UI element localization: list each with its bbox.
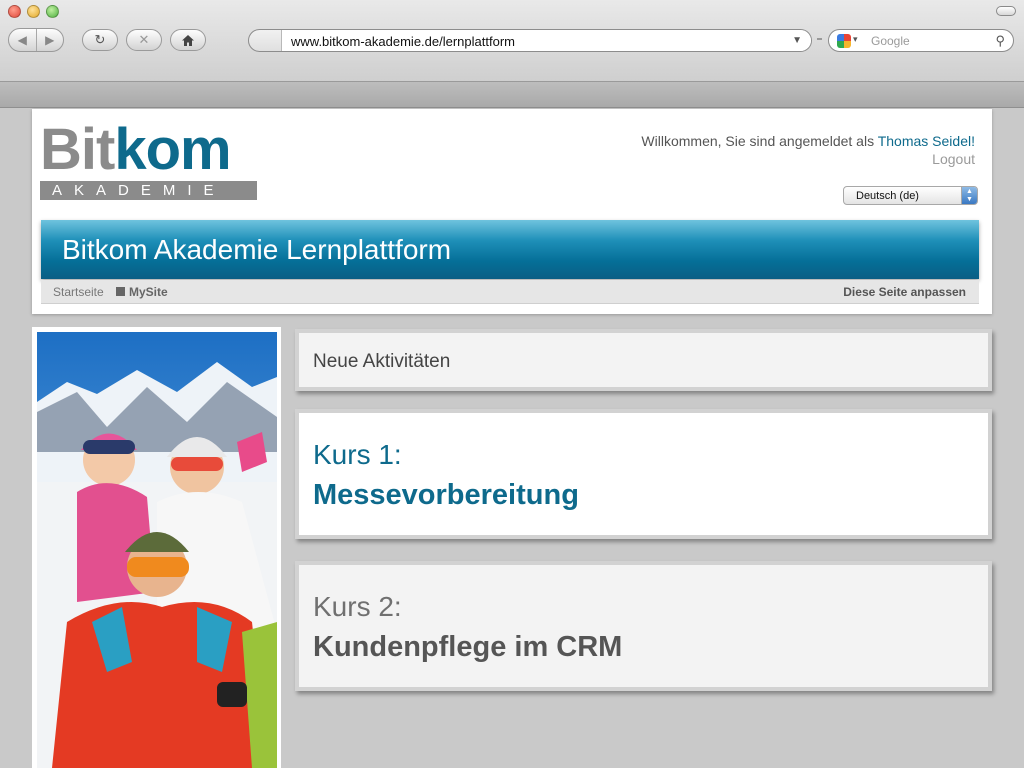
search-field[interactable]: ▾ Google ⚲ (828, 29, 1014, 52)
course-name: Kundenpflege im CRM (313, 631, 623, 663)
google-icon[interactable] (837, 34, 851, 48)
language-select[interactable]: Deutsch (de) ▲ ▼ (843, 186, 978, 205)
forward-button[interactable]: ▶ (37, 29, 64, 51)
course-card-1[interactable]: Kurs 1: Messevorbereitung (295, 409, 992, 539)
reload-icon: ↻ (94, 32, 106, 47)
history-nav: ◀ ▶ (8, 28, 64, 52)
language-select-value: Deutsch (de) (856, 190, 919, 202)
toolbar-separator (817, 38, 822, 40)
url-text: www.bitkom-akademie.de/lernplattform (291, 34, 515, 49)
breadcrumb-separator-icon (116, 287, 125, 296)
logo-subtitle: AKADEMIE (40, 181, 257, 200)
activities-title: Neue Aktivitäten (313, 351, 451, 372)
back-button[interactable]: ◀ (9, 29, 37, 51)
welcome-message: Willkommen, Sie sind angemeldet als Thom… (641, 133, 975, 149)
course-name: Messevorbereitung (313, 479, 579, 511)
select-arrows-icon: ▲ ▼ (961, 187, 977, 204)
zoom-window-button[interactable] (46, 5, 59, 18)
browser-chrome: ◀ ▶ ↻ ✕ www.bitkom-akademie.de/lernplatt… (0, 0, 1024, 82)
toolbar-toggle-button[interactable] (996, 6, 1016, 16)
bitkom-logo[interactable]: Bitkom AKADEMIE (40, 121, 258, 200)
stop-button[interactable]: ✕ (126, 29, 162, 51)
course-label: Kurs 1: (313, 439, 402, 470)
site-header: Bitkom AKADEMIE Willkommen, Sie sind ang… (32, 109, 992, 314)
history-dropdown-icon[interactable]: ▼ (792, 35, 802, 46)
course-card-2[interactable]: Kurs 2: Kundenpflege im CRM (295, 561, 992, 691)
platform-banner: Bitkom Akademie Lernplattform (41, 220, 979, 279)
breadcrumb-current: MySite (129, 285, 168, 299)
forward-arrow-icon: ▶ (45, 33, 55, 47)
breadcrumb-home-link[interactable]: Startseite (53, 285, 104, 299)
search-placeholder: Google (871, 34, 910, 48)
stop-icon: ✕ (138, 32, 150, 47)
logo-bit: Bit (40, 117, 115, 182)
search-engine-dropdown-icon[interactable]: ▾ (853, 34, 858, 45)
logo-kom: kom (114, 117, 231, 182)
customize-page-button[interactable]: Diese Seite anpassen (843, 285, 966, 299)
back-arrow-icon: ◀ (17, 33, 27, 47)
photo-image (37, 332, 277, 768)
new-activities-panel[interactable]: Neue Aktivitäten (295, 329, 992, 391)
page-title: Bitkom Akademie Lernplattform (62, 234, 452, 265)
family-ski-photo (32, 327, 281, 768)
home-button[interactable] (170, 29, 206, 51)
breadcrumb: Startseite MySite Diese Seite anpassen (41, 280, 979, 304)
minimize-window-button[interactable] (27, 5, 40, 18)
reload-button[interactable]: ↻ (82, 29, 118, 51)
home-icon (182, 34, 194, 46)
favicon-icon (259, 35, 271, 47)
search-icon[interactable]: ⚲ (995, 33, 1005, 49)
logo-wordmark: Bitkom (40, 121, 258, 179)
welcome-prefix: Willkommen, Sie sind angemeldet als (641, 133, 878, 149)
logout-link[interactable]: Logout (932, 151, 975, 167)
address-bar[interactable]: www.bitkom-akademie.de/lernplattform ▼ (248, 29, 812, 52)
bookmarks-bar (0, 82, 1024, 108)
user-name-link[interactable]: Thomas Seidel! (878, 133, 975, 149)
course-label: Kurs 2: (313, 591, 402, 622)
close-window-button[interactable] (8, 5, 21, 18)
window-controls (8, 5, 59, 18)
